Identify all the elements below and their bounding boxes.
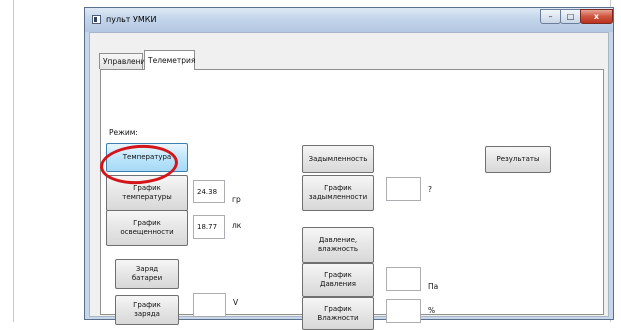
mode-label: Режим: — [109, 128, 138, 137]
page-left-border — [13, 0, 14, 322]
light-chart-button[interactable]: График освещенности — [106, 210, 188, 246]
smoke-button[interactable]: Задымленность — [302, 145, 374, 173]
close-button[interactable]: x — [580, 9, 613, 24]
minimize-button[interactable]: – — [540, 9, 561, 24]
pressure-humidity-button[interactable]: Давление, влажность — [302, 227, 374, 263]
pressure-field[interactable] — [386, 267, 421, 291]
humidity-field[interactable] — [386, 299, 421, 323]
humidity-unit-label: % — [428, 306, 436, 315]
smoke-unit-label: ? — [428, 185, 432, 194]
maximize-button[interactable]: □ — [560, 9, 581, 24]
light-field[interactable]: 18.77 — [193, 215, 225, 239]
humidity-chart-button[interactable]: График Влажности — [302, 297, 374, 330]
temperature-unit-label: гр — [232, 195, 241, 204]
charge-field[interactable] — [193, 293, 226, 317]
tab-telemetry[interactable]: Телеметрия — [144, 50, 195, 70]
charge-unit-label: V — [233, 298, 239, 307]
tab-control[interactable]: Управление — [99, 53, 150, 69]
results-button[interactable]: Результаты — [485, 146, 551, 173]
smoke-chart-button[interactable]: График задымленности — [302, 175, 374, 211]
battery-charge-button[interactable]: Заряд батареи — [115, 259, 179, 289]
telemetry-panel: Режим: Температура График температуры 24… — [100, 69, 604, 330]
title-bar[interactable]: пульт УМКИ – □ x — [85, 8, 613, 32]
app-window-icon — [92, 15, 101, 24]
smoke-field[interactable] — [386, 177, 421, 201]
window-title: пульт УМКИ — [106, 15, 157, 24]
pressure-chart-button[interactable]: График Давления — [302, 263, 374, 297]
light-unit-label: лк — [232, 221, 242, 230]
charge-chart-button[interactable]: График заряда — [115, 295, 179, 325]
pressure-unit-label: Па — [428, 282, 439, 291]
temperature-field[interactable]: 24.38 — [193, 180, 225, 203]
